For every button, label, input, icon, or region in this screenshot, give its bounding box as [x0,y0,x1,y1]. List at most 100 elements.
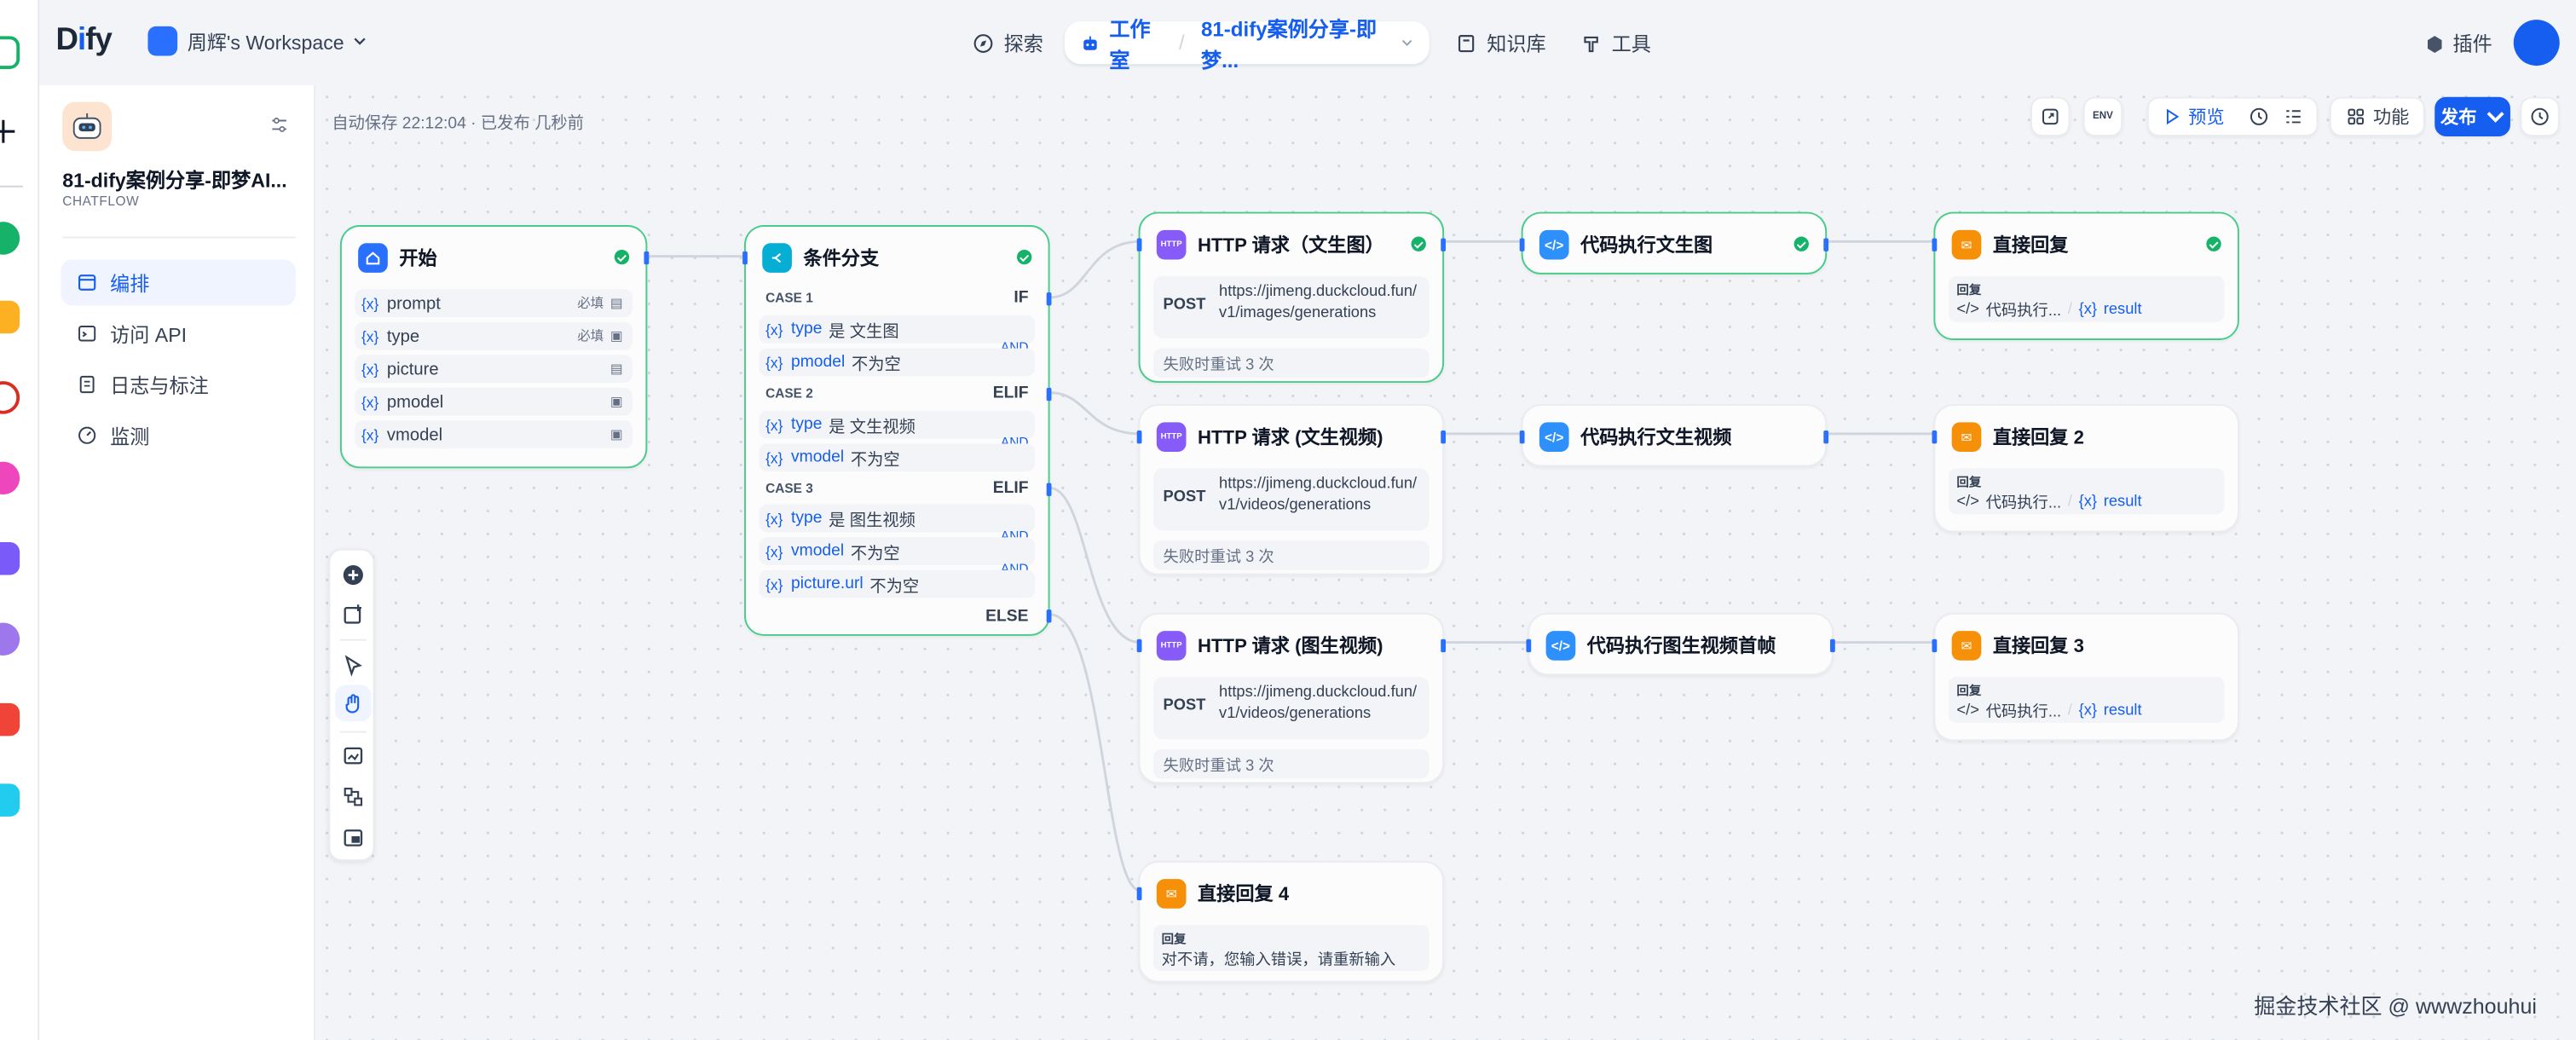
app-type: CHATFLOW [62,194,140,209]
book-icon [1458,34,1475,52]
edge-elif2-http3 [1049,486,1141,644]
answer-node-3[interactable]: ✉ 直接回复 3 回复 </> 代码执行... / {x} result [1932,612,2239,742]
http-icon: HTTP [1156,229,1187,260]
success-check-icon [1411,236,1426,251]
watermark: 掘金技术社区 @ wwwzhouhui [2254,994,2537,1019]
hammer-icon [1584,35,1598,52]
code-node-2[interactable]: </> 代码执行文生视频 [1519,404,1829,467]
answer-node-1[interactable]: ✉ 直接回复 回复 </> 代码执行... / {x} result [1932,211,2239,340]
home-icon [358,243,388,273]
avatar[interactable] [2513,20,2560,66]
case-1-label: CASE 1 [765,291,813,306]
app-icon-1[interactable] [0,222,20,255]
http-request-node-1[interactable]: HTTP HTTP 请求（文生图） POST https://jimeng.duck… [1136,211,1447,384]
app-robot-icon [62,101,113,152]
input-handle[interactable] [1519,430,1525,444]
http-request-node-3[interactable]: HTTP HTTP 请求 (图生视频) POST https://jimeng.du… [1136,612,1447,784]
case-3-label: CASE 3 [765,481,813,497]
sidebar-item-orchestrate[interactable]: 编排 [61,259,296,306]
dify-logo[interactable]: Dify [56,23,113,59]
answer-node-2[interactable]: ✉ 直接回复 2 回复 </> 代码执行... / {x} result [1932,404,2239,533]
output-handle[interactable] [1823,238,1829,251]
input-handle[interactable] [1519,238,1525,251]
if-label: IF [1014,289,1029,308]
if-else-node[interactable]: 条件分支 CASE 1 IF {x}type是 文生图 AND {x}pmode… [742,225,1052,636]
nav-tools[interactable]: 工具 [1580,23,1651,62]
condition-row: {x} vmodel 不为空 [759,443,1036,472]
sidebar-item-logs[interactable]: 日志与标注 [61,361,296,407]
branch-icon [762,243,792,273]
layout-icon [78,274,96,291]
current-app-name[interactable]: 81-dify案例分享-即梦... [1201,11,1385,73]
app-icon-5[interactable] [0,542,20,575]
nav-explore[interactable]: 探索 [973,23,1043,62]
http-endpoint: POST https://jimeng.duckcloud.fun/v1/vide… [1152,677,1430,740]
home-icon[interactable] [0,36,20,69]
code-icon: </> [1539,422,1569,453]
output-handle[interactable] [1830,638,1835,653]
workspace-badge [147,26,178,56]
output-handle[interactable] [644,251,650,265]
http-request-node-2[interactable]: HTTP HTTP 请求 (文生视频) POST https://jimeng.du… [1136,404,1447,575]
answer-content: 回复 </> 代码执行... / {x} result [1948,468,2225,515]
edge-if-http1 [1049,240,1141,299]
output-handle-else[interactable] [1046,610,1052,623]
start-var-type: {x} type 必填 ▣ [355,321,633,350]
elif-label: ELIF [992,384,1029,403]
sliders-icon[interactable] [269,115,289,135]
workspace-name: 周辉's Workspace [187,30,344,54]
condition-row: {x} type 是 文生视频 [759,410,1036,439]
app-icon-6[interactable] [0,622,20,656]
nav-knowledge[interactable]: 知识库 [1456,23,1546,62]
code-node-3[interactable]: </> 代码执行图生视频首帧 [1526,612,1835,676]
reply-icon: ✉ [1156,879,1187,909]
nav-studio[interactable]: 工作室 / 81-dify案例分享-即梦... [1064,18,1430,72]
input-handle[interactable] [742,251,748,265]
code-node-1[interactable]: </> 代码执行文生图 [1519,211,1829,274]
sidebar-item-monitor[interactable]: 监测 [61,413,296,459]
http-icon: HTTP [1156,631,1187,661]
app-icon-2[interactable] [0,300,20,334]
app-icon-4[interactable] [0,461,20,495]
input-handle[interactable] [1136,430,1142,444]
input-handle[interactable] [1136,638,1142,653]
output-handle[interactable] [1441,238,1447,251]
answer-content: 回复 对不请，您输入错误，请重新输入 [1152,925,1430,972]
output-handle[interactable] [1441,430,1447,444]
reply-icon: ✉ [1951,631,1982,661]
workspace-switcher[interactable]: 周辉's Workspace [147,26,367,56]
input-handle[interactable] [1526,638,1532,653]
edge-else-reply4 [1049,613,1141,893]
success-check-icon [1016,249,1032,265]
divider [62,236,296,239]
output-handle-elif-1[interactable] [1046,387,1052,402]
input-handle[interactable] [1932,238,1938,251]
app-icon-7[interactable] [0,702,20,737]
output-handle-elif-2[interactable] [1046,482,1052,497]
output-handle[interactable] [1441,638,1447,653]
reply-icon: ✉ [1951,229,1982,260]
success-check-icon [614,249,630,265]
start-var-prompt: {x} prompt 必填 ▤ [355,289,633,317]
sidebar-item-api[interactable]: 访问 API [61,310,296,356]
answer-node-4[interactable]: ✉ 直接回复 4 回复 对不请，您输入错误，请重新输入 [1136,860,1445,983]
input-handle[interactable] [1136,238,1142,251]
workflow-canvas[interactable]: 自动保存 22:12:04 · 已发布 几秒前 ENV 预览 功能 发布 开始 … [315,85,2576,1040]
input-handle[interactable] [1932,638,1938,653]
start-node[interactable]: 开始 {x} prompt 必填 ▤ {x} type 必填 ▣ {x} picture ▤ {… [339,225,650,469]
input-handle[interactable] [1136,887,1142,901]
output-handle[interactable] [1823,430,1829,444]
app-icon-8[interactable] [0,783,20,817]
app-icon-3[interactable] [0,381,20,414]
plugins-button[interactable]: 插件 [2425,30,2492,58]
retry-info: 失败时重试 3 次 [1152,540,1430,570]
success-check-icon [2206,236,2221,251]
output-handle-if[interactable] [1046,292,1052,306]
add-icon[interactable] [0,115,20,148]
elif-label: ELIF [992,479,1029,498]
chevron-down-icon [1402,39,1412,47]
top-header: Dify 周辉's Workspace 探索 工作室 / 81-dify案例分享… [39,0,2576,86]
edge-elif1-http2 [1049,391,1141,436]
app-rail [0,0,40,1040]
input-handle[interactable] [1932,430,1938,444]
